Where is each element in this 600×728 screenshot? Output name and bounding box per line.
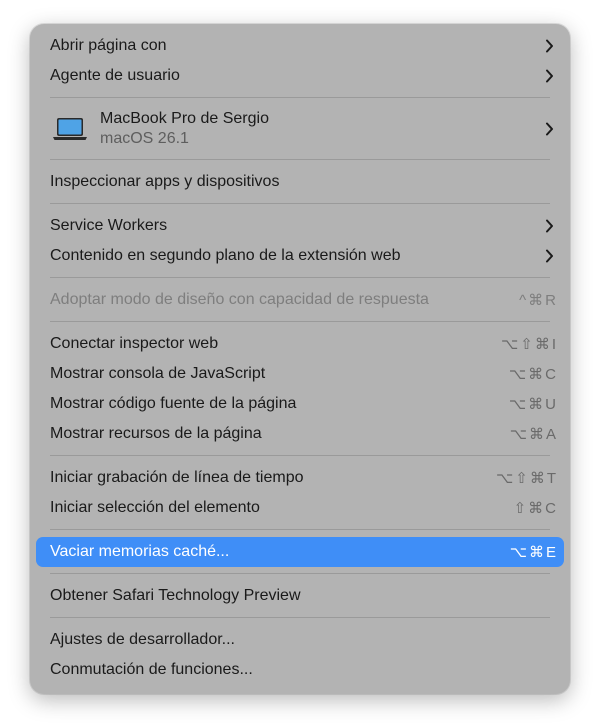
menu-separator	[50, 97, 550, 98]
menu-separator	[50, 321, 550, 322]
menu-item-label: Vaciar memorias caché...	[50, 543, 230, 560]
menu-item-label: Mostrar consola de JavaScript	[50, 365, 266, 382]
chevron-right-icon	[542, 69, 556, 83]
menu-item-developer-settings[interactable]: Ajustes de desarrollador...	[36, 625, 564, 655]
menu-item-responsive-design: Adoptar modo de diseño con capacidad de …	[36, 285, 564, 315]
menu-item-label: Contenido en segundo plano de la extensi…	[50, 247, 401, 264]
device-os: macOS 26.1	[100, 130, 189, 147]
chevron-right-icon	[542, 122, 556, 136]
chevron-right-icon	[542, 249, 556, 263]
menu-item-extension-background[interactable]: Contenido en segundo plano de la extensi…	[36, 241, 564, 271]
menu-item-label: Abrir página con	[50, 37, 167, 54]
menu-item-label: Service Workers	[50, 217, 168, 234]
menu-item-label: Mostrar código fuente de la página	[50, 395, 297, 412]
menu-item-feature-flags[interactable]: Conmutación de funciones...	[36, 655, 564, 685]
menu-separator	[50, 617, 550, 618]
menu-item-shortcut: ⌥⌘U	[508, 396, 558, 413]
menu-item-timeline-recording[interactable]: Iniciar grabación de línea de tiempo ⌥⇧⌘…	[36, 463, 564, 493]
menu-item-shortcut: ⇧⌘C	[513, 500, 558, 517]
menu-item-shortcut: ⌥⌘A	[509, 426, 558, 443]
laptop-icon	[52, 116, 88, 142]
menu-item-label: Ajustes de desarrollador...	[50, 631, 235, 648]
menu-item-label: Iniciar grabación de línea de tiempo	[50, 469, 304, 486]
menu-item-shortcut: ⌥⌘E	[509, 544, 558, 561]
device-name: MacBook Pro de Sergio	[100, 110, 269, 127]
menu-item-label: Conmutación de funciones...	[50, 661, 253, 678]
menu-item-service-workers[interactable]: Service Workers	[36, 211, 564, 241]
menu-separator	[50, 159, 550, 160]
menu-item-user-agent[interactable]: Agente de usuario	[36, 61, 564, 91]
menu-item-element-selection[interactable]: Iniciar selección del elemento ⇧⌘C	[36, 493, 564, 523]
menu-separator	[50, 529, 550, 530]
menu-item-label: Mostrar recursos de la página	[50, 425, 262, 442]
menu-separator	[50, 573, 550, 574]
menu-item-technology-preview[interactable]: Obtener Safari Technology Preview	[36, 581, 564, 611]
menu-separator	[50, 203, 550, 204]
chevron-right-icon	[542, 39, 556, 53]
menu-item-inspect-apps[interactable]: Inspeccionar apps y dispositivos	[36, 167, 564, 197]
menu-item-empty-caches[interactable]: Vaciar memorias caché... ⌥⌘E	[36, 537, 564, 567]
menu-item-label: Agente de usuario	[50, 67, 180, 84]
develop-menu: Abrir página con Agente de usuario MacBo…	[30, 24, 570, 694]
menu-item-shortcut: ⌥⌘C	[508, 366, 558, 383]
menu-item-device[interactable]: MacBook Pro de Sergio macOS 26.1	[36, 105, 564, 153]
menu-item-shortcut: ⌥⇧⌘T	[495, 470, 558, 487]
menu-item-shortcut: ⌥⇧⌘I	[500, 336, 558, 353]
menu-item-page-source[interactable]: Mostrar código fuente de la página ⌥⌘U	[36, 389, 564, 419]
menu-item-label: Conectar inspector web	[50, 335, 219, 352]
menu-item-label: Obtener Safari Technology Preview	[50, 587, 301, 604]
menu-item-shortcut: ^⌘R	[519, 292, 558, 309]
menu-item-open-page-with[interactable]: Abrir página con	[36, 31, 564, 61]
menu-item-connect-inspector[interactable]: Conectar inspector web ⌥⇧⌘I	[36, 329, 564, 359]
menu-separator	[50, 455, 550, 456]
menu-item-js-console[interactable]: Mostrar consola de JavaScript ⌥⌘C	[36, 359, 564, 389]
menu-item-page-resources[interactable]: Mostrar recursos de la página ⌥⌘A	[36, 419, 564, 449]
menu-item-label: Inspeccionar apps y dispositivos	[50, 173, 280, 190]
chevron-right-icon	[542, 219, 556, 233]
menu-item-label: Adoptar modo de diseño con capacidad de …	[50, 291, 429, 308]
menu-item-label: Iniciar selección del elemento	[50, 499, 260, 516]
menu-separator	[50, 277, 550, 278]
